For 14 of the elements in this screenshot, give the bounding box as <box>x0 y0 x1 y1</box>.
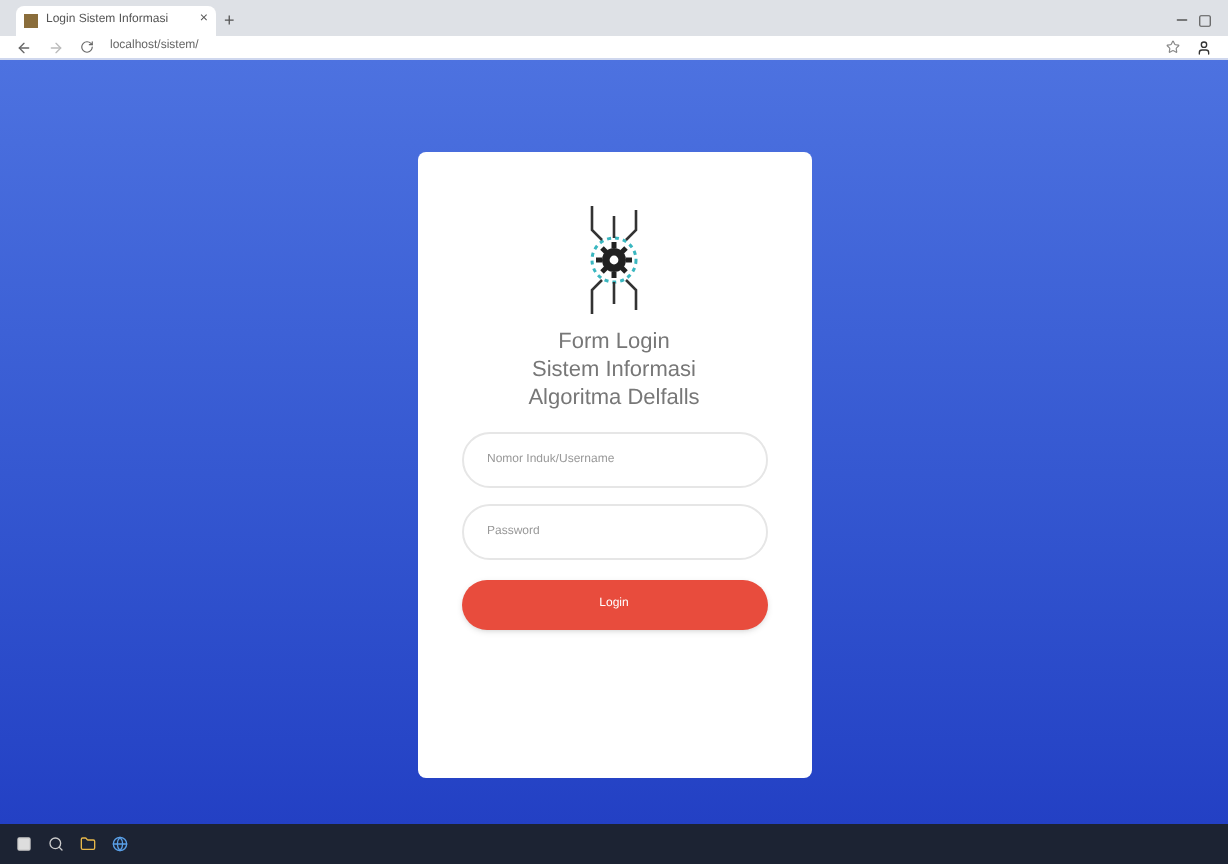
profile-icon[interactable] <box>1196 39 1212 55</box>
search-icon[interactable] <box>48 836 64 852</box>
form-title: Sistem Informasi <box>532 356 696 384</box>
reload-icon[interactable] <box>80 40 94 54</box>
bookmark-icon[interactable] <box>1166 40 1180 54</box>
browser-icon[interactable] <box>112 836 128 852</box>
new-tab-button[interactable]: + <box>224 12 235 30</box>
page-icon <box>24 14 38 28</box>
maximize-icon[interactable] <box>1198 14 1212 28</box>
start-icon[interactable] <box>16 836 32 852</box>
back-icon[interactable] <box>16 39 32 55</box>
folder-icon[interactable] <box>80 836 96 852</box>
form-title: Form Login <box>558 328 670 356</box>
form-title: Algoritma Delfalls <box>528 384 700 412</box>
